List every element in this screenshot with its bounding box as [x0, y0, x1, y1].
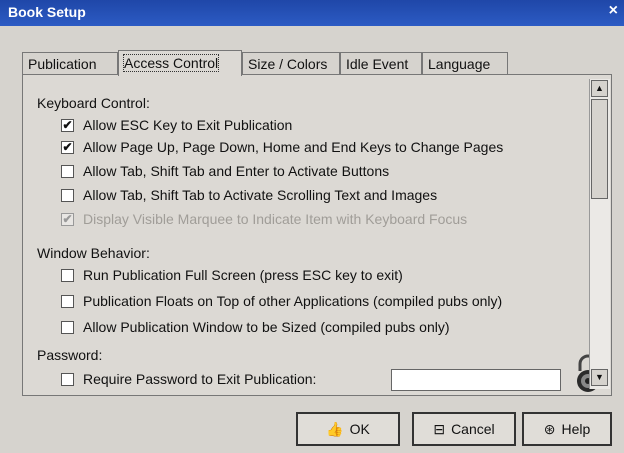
keyboard-control-heading: Keyboard Control:: [37, 95, 150, 111]
tab-language[interactable]: Language: [422, 52, 508, 74]
help-life-ring-icon: ⊛: [543, 421, 556, 437]
thumbs-up-icon: 👍: [326, 421, 344, 437]
scroll-down-icon[interactable]: ▼: [591, 369, 608, 386]
tab-idle-event[interactable]: Idle Event: [340, 52, 422, 74]
access-control-panel: Keyboard Control: ✔ Allow ESC Key to Exi…: [22, 74, 612, 396]
window-behavior-heading: Window Behavior:: [37, 245, 150, 261]
password-heading: Password:: [37, 347, 103, 363]
vertical-scrollbar[interactable]: ▲ ▼: [589, 79, 610, 389]
tab-publication[interactable]: Publication: [22, 52, 118, 74]
checkbox[interactable]: [61, 321, 74, 334]
checkbox[interactable]: ✔: [61, 141, 74, 154]
title-bar: Book Setup ×: [0, 0, 624, 26]
checkbox[interactable]: ✔: [61, 119, 74, 132]
checkbox: ✔: [61, 212, 74, 226]
cancel-button[interactable]: ⊟ Cancel: [412, 412, 516, 446]
checkbox[interactable]: [61, 295, 74, 308]
ok-button[interactable]: 👍 OK: [296, 412, 400, 446]
scroll-up-icon[interactable]: ▲: [591, 80, 608, 97]
checkbox[interactable]: [61, 165, 74, 178]
dialog-body: Publication Access Control Size / Colors…: [0, 26, 624, 453]
window-title: Book Setup: [8, 4, 86, 20]
cancel-icon: ⊟: [433, 421, 446, 437]
scroll-thumb[interactable]: [591, 99, 608, 199]
tab-access-control[interactable]: Access Control: [118, 50, 242, 76]
checkbox[interactable]: [61, 373, 74, 386]
help-button[interactable]: ⊛ Help: [522, 412, 612, 446]
checkbox[interactable]: [61, 189, 74, 202]
tab-size-colors[interactable]: Size / Colors: [242, 52, 340, 74]
password-input[interactable]: [391, 369, 561, 391]
close-icon[interactable]: ×: [609, 2, 618, 20]
checkbox[interactable]: [61, 269, 74, 282]
